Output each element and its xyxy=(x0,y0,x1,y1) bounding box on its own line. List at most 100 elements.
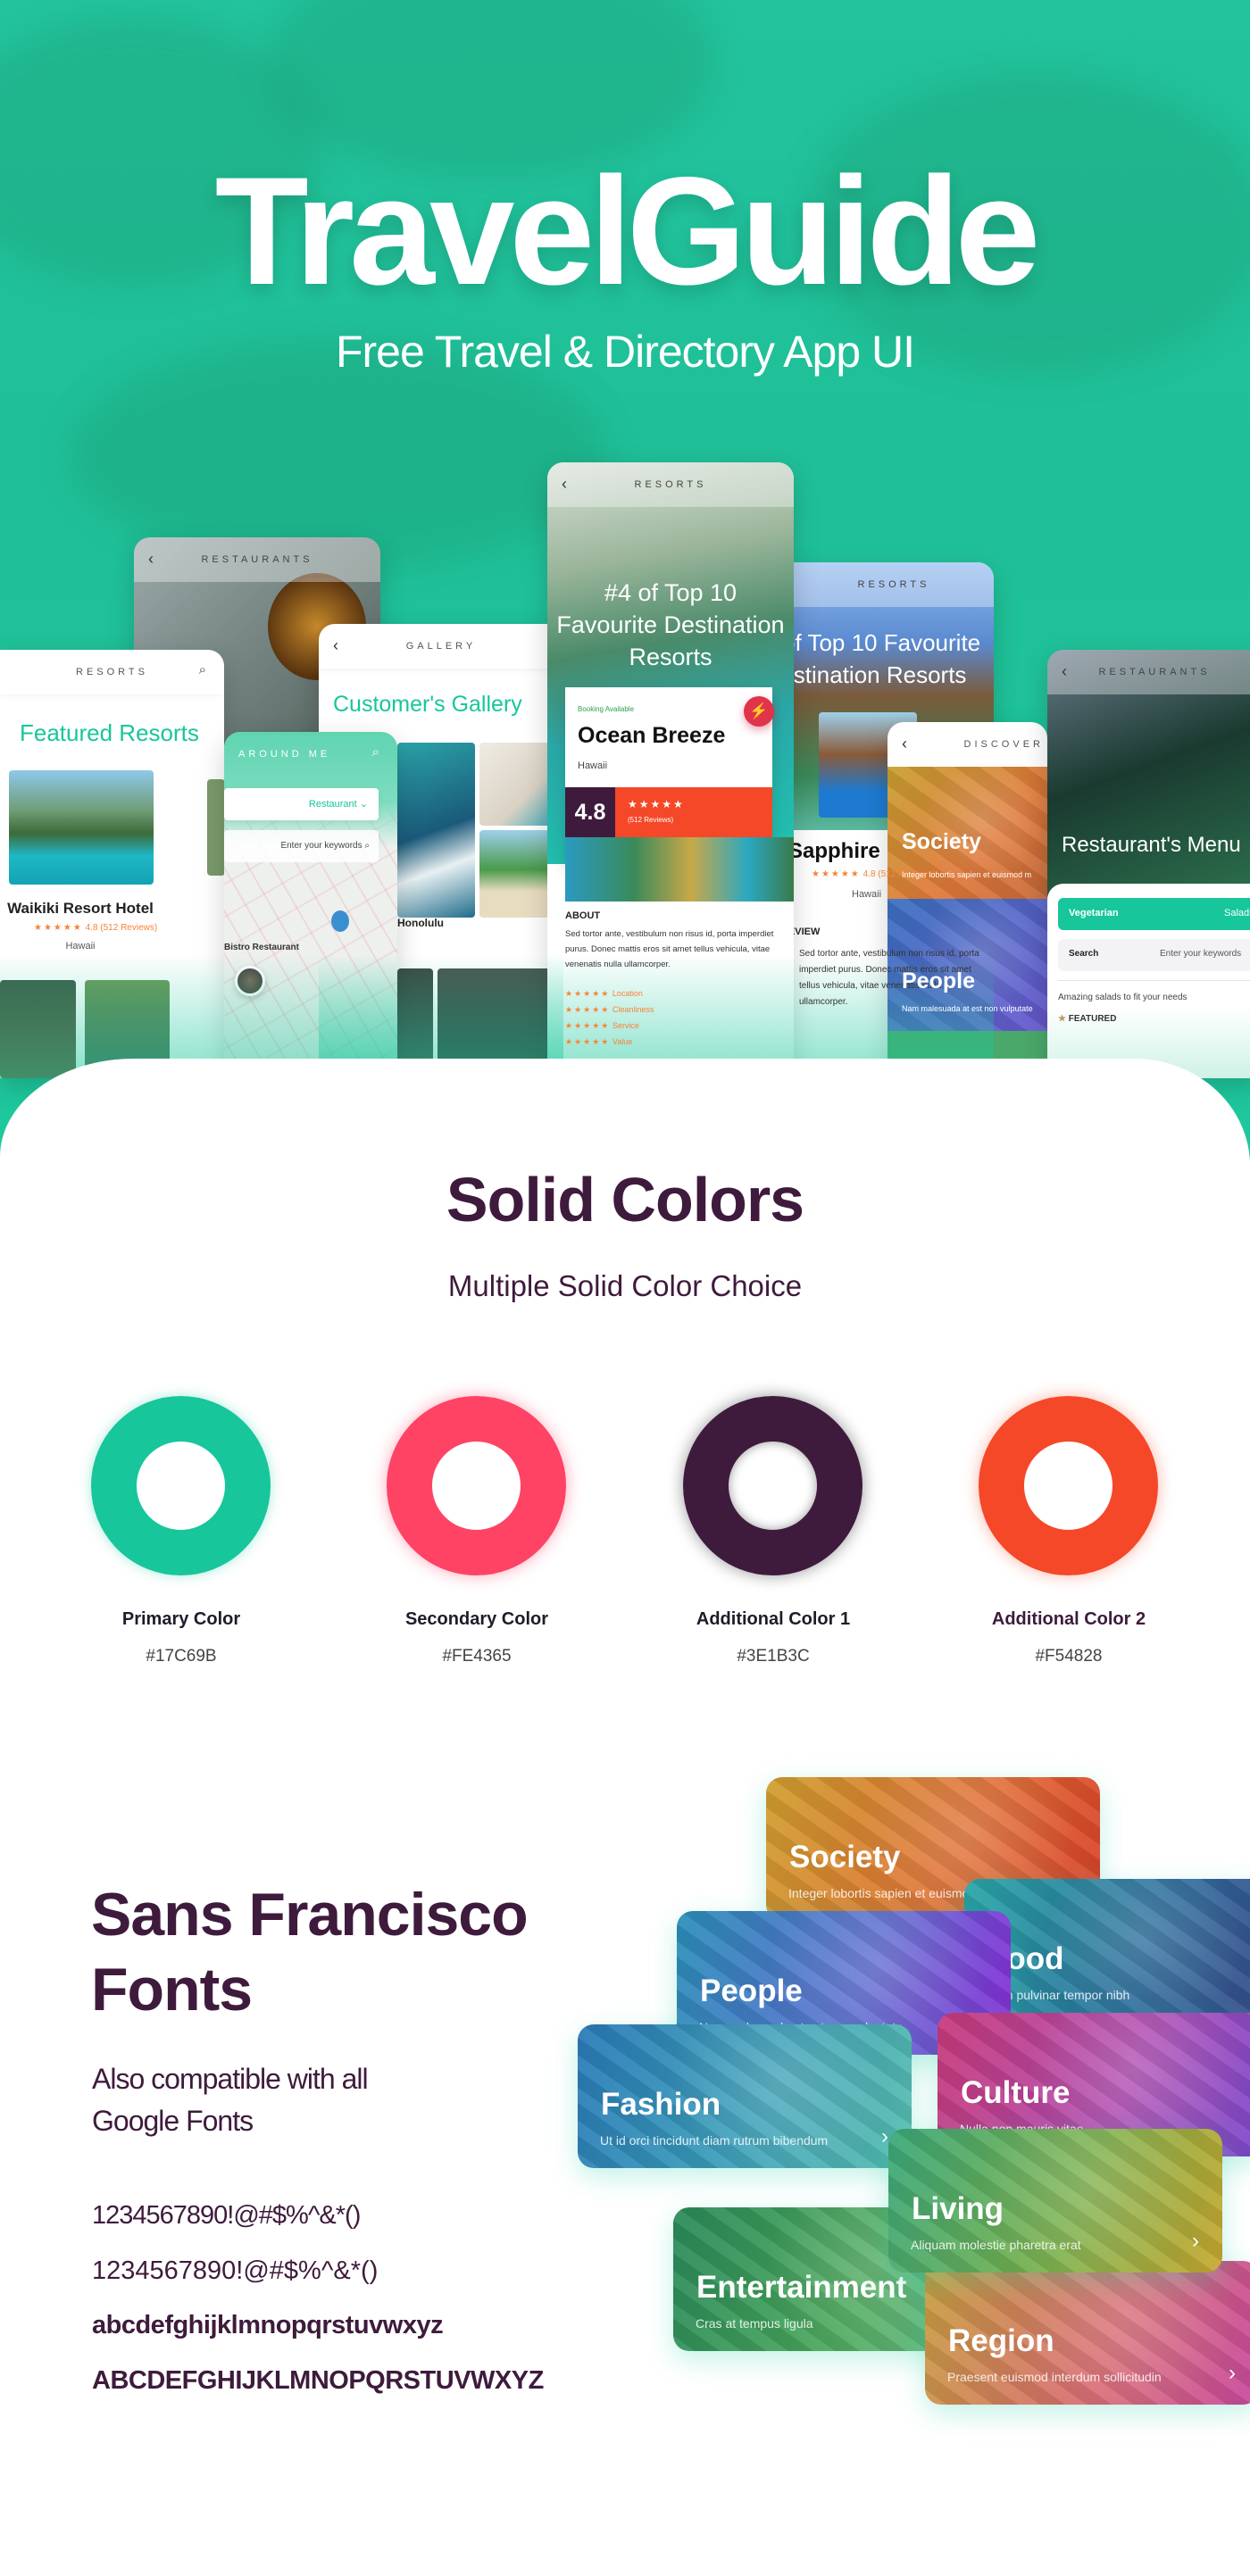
rating-stars: ★★★★★ xyxy=(628,798,685,810)
fonts-subtitle-line1: Also compatible with all xyxy=(92,2063,369,2095)
resort-name: Ocean Breeze xyxy=(578,723,726,748)
rating-score: 4.8 xyxy=(565,787,615,837)
swatch-label: Additional Color 1 xyxy=(696,1609,851,1629)
lightning-icon[interactable]: ⚡ xyxy=(744,696,774,727)
resort-image[interactable] xyxy=(9,770,154,885)
lake xyxy=(331,910,349,932)
swatch-label: Secondary Color xyxy=(404,1609,549,1629)
resort-name[interactable]: Sapphire xyxy=(794,839,880,864)
app-title: TravelGuide xyxy=(214,145,1041,317)
header-title: AROUND ME xyxy=(238,749,331,760)
swatch-additional-1 xyxy=(683,1396,862,1575)
category-card-fashion[interactable]: Fashion Ut id orci tincidunt diam rutrum … xyxy=(578,2024,912,2168)
phone-restaurant-menu: ‹ RESTAURANTS Restaurant's Menu Vegetaria… xyxy=(1047,650,1250,1078)
font-sample-lowercase: abcdefghijklmnopqrstuvwxyz xyxy=(92,2311,444,2339)
tab-salads[interactable]: Salads xyxy=(1224,908,1250,918)
place-name[interactable]: Bistro Restaurant xyxy=(224,943,299,952)
featured-label: FEATURED xyxy=(1068,1014,1117,1024)
category-card-region[interactable]: Region Praesent euismod interdum sollicit… xyxy=(925,2261,1250,2405)
header-title: GALLERY xyxy=(405,641,477,652)
back-icon[interactable]: ‹ xyxy=(333,636,342,655)
swatch-secondary xyxy=(387,1396,566,1575)
colors-subtitle: Multiple Solid Color Choice xyxy=(447,1269,803,1302)
chevron-down-icon: ⌄ xyxy=(359,799,368,810)
about-text: Sed tortor ante, vestibulum non risus id… xyxy=(565,929,774,969)
search-icon[interactable]: ⌕ xyxy=(199,662,210,677)
rating-bar: ★★★★★ (512 Reviews) xyxy=(615,787,772,837)
header-title: RESORTS xyxy=(634,479,707,490)
dropdown-value: Restaurant xyxy=(308,799,357,810)
placeholder: Enter your keywords xyxy=(1160,949,1242,959)
back-icon[interactable]: ‹ xyxy=(1062,662,1071,681)
section-heading: Featured Resorts xyxy=(20,719,199,746)
back-icon[interactable]: ‹ xyxy=(148,550,157,569)
header-title: RESORTS xyxy=(857,579,930,590)
category-card-living[interactable]: Living Aliquam molestie pharetra erat › xyxy=(888,2129,1222,2273)
criteria-label: Service xyxy=(612,1021,639,1030)
card-title: Fashion xyxy=(601,2087,721,2122)
header-title: RESTAURANTS xyxy=(1098,667,1211,677)
swatch-hex: #F54828 xyxy=(1035,1647,1103,1666)
chevron-right-icon: › xyxy=(1229,2361,1236,2385)
map-pin-icon[interactable] xyxy=(235,966,265,996)
item-title: People xyxy=(902,968,975,993)
resort-image[interactable] xyxy=(207,779,224,876)
review-title: REVIEW xyxy=(794,927,821,937)
category-dropdown[interactable]: Restaurant ⌄ xyxy=(224,788,379,820)
placeholder: Enter your keywords xyxy=(280,841,362,851)
rating-stars: ★★★★★ xyxy=(34,923,83,933)
chevron-right-icon: › xyxy=(1192,2229,1199,2253)
rating-stars: ★★★★★ xyxy=(812,869,861,879)
fonts-title-line2: Fonts xyxy=(91,1956,253,2023)
resort-image[interactable] xyxy=(0,980,76,1078)
card-title: People xyxy=(700,1974,803,2008)
card-text: Praesent euismod interdum sollicitudin xyxy=(947,2370,1162,2384)
back-icon[interactable]: ‹ xyxy=(902,735,911,753)
menu-tabs: Vegetarian Salads xyxy=(1058,898,1250,930)
headline: #4 of Top 10 Favourite Destination Resor… xyxy=(794,629,981,688)
hotel-name[interactable]: Waikiki Resort Hotel xyxy=(0,900,161,918)
search-icon[interactable]: ⌕ xyxy=(372,744,383,760)
keyword-search-input[interactable]: Enter your keywords ⌕ xyxy=(224,830,379,862)
item-text: Nam malesuada at est non vulputate xyxy=(902,1004,1033,1013)
gallery-photo[interactable] xyxy=(397,743,475,918)
swatch-label: Primary Color xyxy=(121,1609,241,1629)
rating-text: 4.8 (512 Reviews) xyxy=(85,923,158,933)
booking-status: Booking Available xyxy=(578,705,635,713)
phone-around-me: AROUND ME ⌕ Restaurant ⌄ Enter your keywo… xyxy=(224,732,397,1080)
gallery-caption: Honolulu xyxy=(397,917,444,929)
font-sample-regular: 1234567890!@#$%^&*() xyxy=(92,2256,379,2285)
swatch-hex: #17C69B xyxy=(146,1647,217,1666)
search-icon: ⌕ xyxy=(364,841,370,851)
fonts-subtitle-line2: Google Fonts xyxy=(92,2105,254,2137)
tab-vegetarian[interactable]: Vegetarian xyxy=(1069,908,1119,918)
card-text: Ut id orci tincidunt diam rutrum bibendu… xyxy=(600,2133,829,2148)
card-title: Region xyxy=(948,2323,1054,2358)
menu-search-input[interactable]: Search Enter your keywords xyxy=(1058,939,1250,971)
card-title: Society xyxy=(789,1840,901,1874)
swatch-hex: #3E1B3C xyxy=(737,1647,810,1666)
search-label: Search xyxy=(1069,949,1099,959)
swatch-primary xyxy=(91,1396,271,1575)
criteria-label: Cleanliness xyxy=(612,1005,654,1014)
photo-strip[interactable] xyxy=(565,837,794,902)
back-icon[interactable]: ‹ xyxy=(562,475,571,494)
header-title: RESORTS xyxy=(76,667,148,677)
card-title: Living xyxy=(912,2191,1004,2226)
section-heading: Customer's Gallery xyxy=(333,692,522,717)
review-count: (512 Reviews) xyxy=(628,816,674,824)
discover-item-society[interactable]: Society Integer lobortis sapien et euism… xyxy=(888,767,1047,899)
card-title: Entertainment xyxy=(696,2270,907,2305)
card-text: Cras at tempus ligula xyxy=(696,2316,813,2331)
criteria-label: Location xyxy=(612,989,643,998)
menu-tagline: Amazing salads to fit your needs xyxy=(1058,993,1188,1002)
resort-location: Hawaii xyxy=(852,889,882,900)
headline: #4 of Top 10 Favourite Destination Resor… xyxy=(556,579,785,670)
swatch-label: Additional Color 2 xyxy=(991,1609,1146,1629)
card-text: Integer lobortis sapien et euismod m xyxy=(788,1886,990,1900)
about-title: ABOUT xyxy=(565,910,601,921)
phone-resort-detail: ‹ RESORTS #4 of Top 10 Favourite Destinat… xyxy=(547,462,794,1078)
colors-title: Solid Colors xyxy=(446,1165,804,1234)
hero-banner: TravelGuide Free Travel & Directory App … xyxy=(0,0,1250,1160)
section-heading: Restaurant's Menu xyxy=(1062,833,1241,857)
